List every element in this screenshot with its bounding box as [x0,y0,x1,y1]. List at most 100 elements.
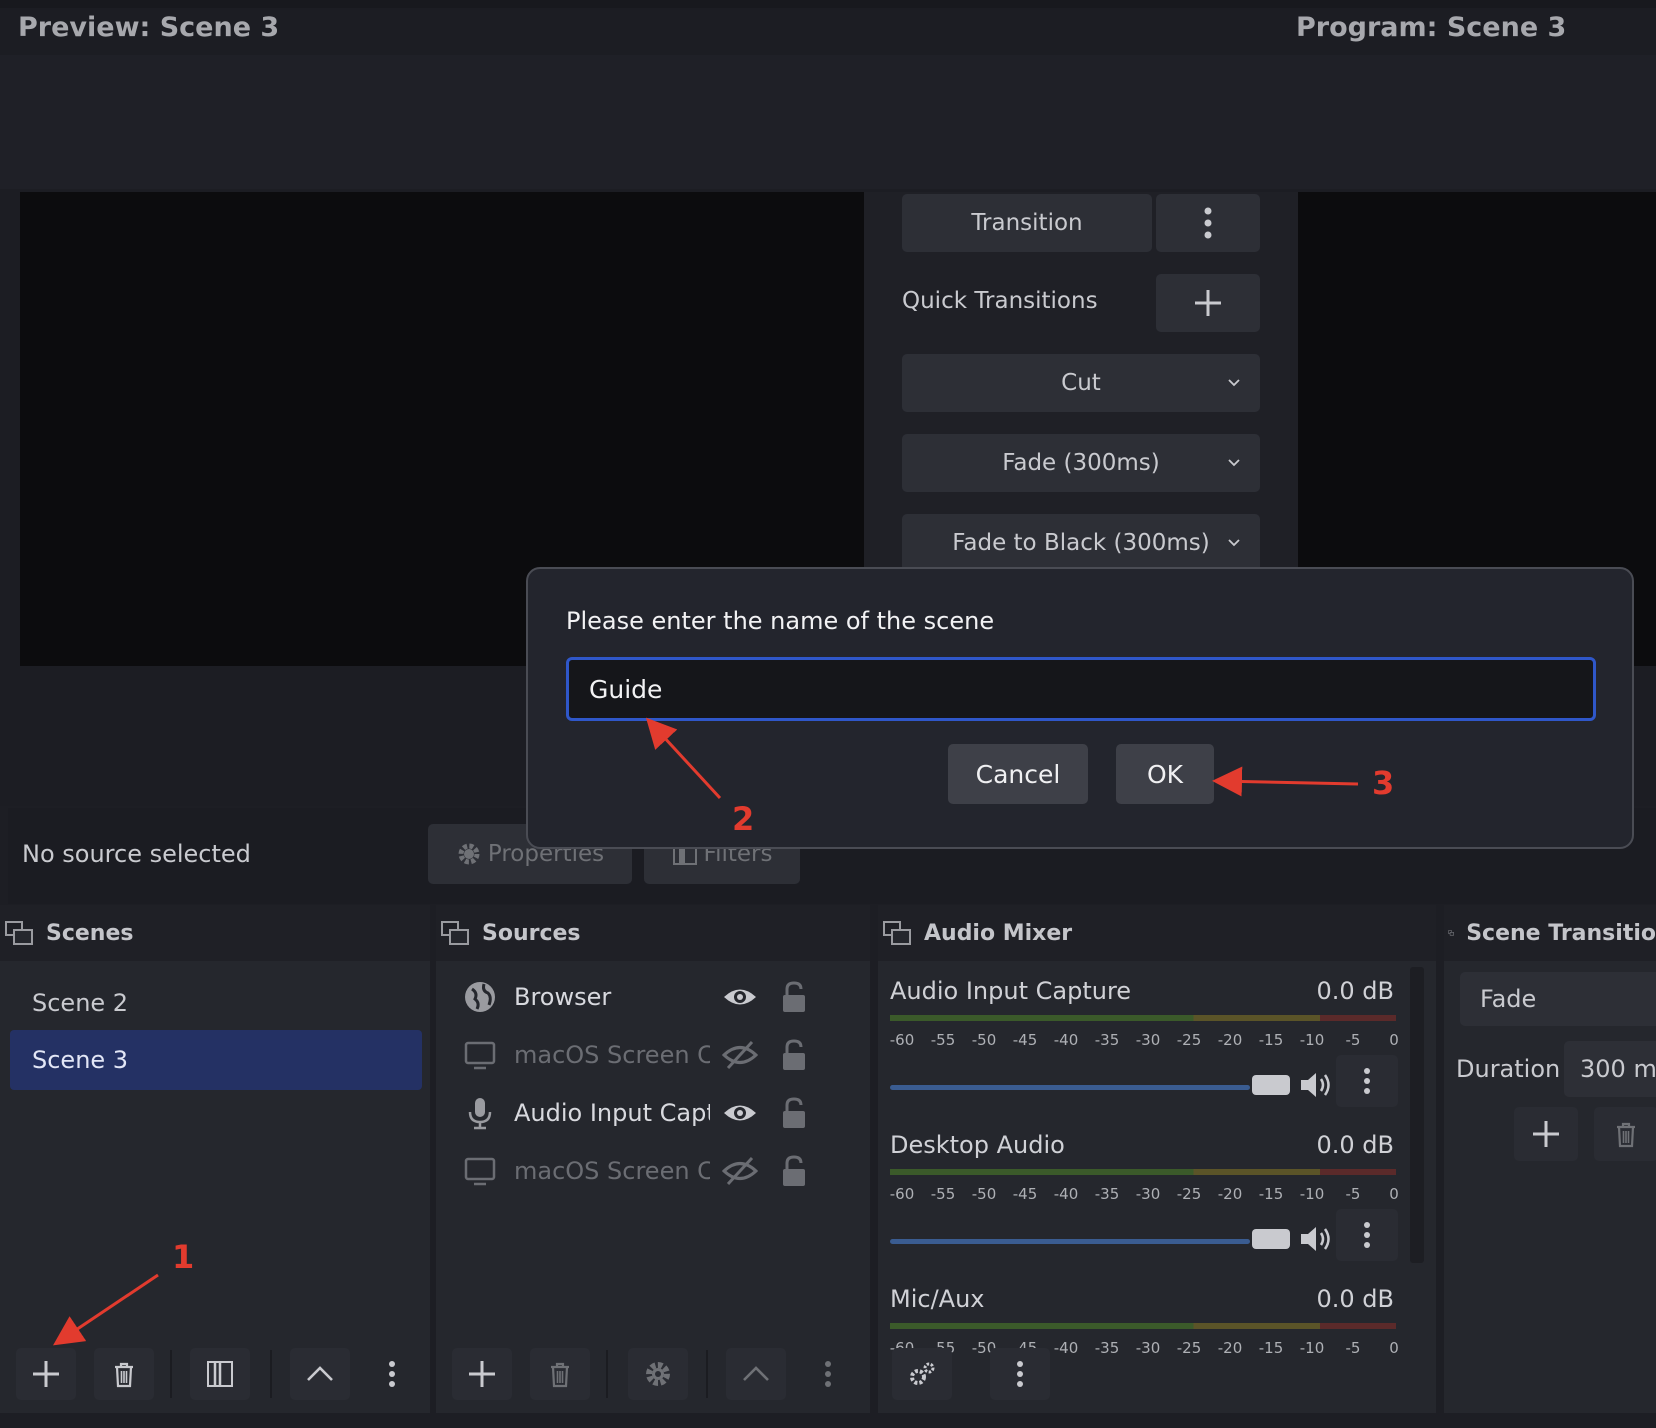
monitor-icon [464,1157,496,1186]
source-label: Audio Input Captu [514,1099,710,1127]
scene-transitions-dock-header: Scene Transitio [1444,905,1656,961]
scene-item-selected[interactable]: Scene 3 [10,1030,422,1090]
scale-tick: -15 [1258,1339,1284,1357]
quick-transition-label: Fade to Black (300ms) [952,530,1210,556]
duration-spinbox[interactable]: 300 ms [1564,1041,1656,1097]
move-scene-up-button[interactable] [290,1348,350,1400]
volume-slider-handle[interactable] [1252,1075,1290,1095]
eye-hidden-icon[interactable] [722,1156,758,1186]
source-row[interactable]: Audio Input Captu [436,1085,856,1141]
scale-tick: -10 [1299,1185,1325,1203]
speaker-icon[interactable] [1298,1223,1334,1255]
dialog-prompt: Please enter the name of the scene [566,607,995,635]
duration-value: 300 ms [1580,1055,1656,1083]
add-scene-button[interactable] [16,1348,76,1400]
gear-icon [646,1362,670,1386]
remove-scene-button[interactable] [94,1348,154,1400]
ok-button[interactable]: OK [1116,744,1214,804]
gears-icon [910,1362,935,1385]
source-row[interactable]: macOS Screen Ca [436,1027,856,1083]
eye-hidden-icon[interactable] [722,1040,758,1070]
add-source-button[interactable] [452,1348,512,1400]
lock-icon[interactable] [780,1154,808,1188]
volume-meter [890,1323,1396,1329]
scale-tick: -35 [1094,1185,1120,1203]
chevron-up-icon [307,1366,333,1381]
top-edge [0,0,1656,8]
advanced-audio-button[interactable] [892,1348,952,1400]
add-quick-transition-button[interactable] [1156,274,1260,332]
source-label: Browser [514,983,612,1011]
mixer-scrollbar[interactable] [1410,967,1424,1263]
sources-dock-title: Sources [482,920,581,946]
move-source-up-button[interactable] [726,1348,786,1400]
scale-tick: -25 [1176,1031,1202,1049]
scale-tick: -5 [1345,1339,1361,1357]
sources-dock-header: Sources [436,905,870,961]
toolbar-separator [606,1350,608,1398]
dock-icon [1448,930,1454,936]
toolbar-separator [170,1350,172,1398]
scale-tick: -30 [1135,1185,1161,1203]
volume-slider[interactable] [890,1239,1250,1244]
lock-icon[interactable] [780,980,808,1014]
remove-transition-button[interactable] [1594,1107,1656,1161]
dock-icon [883,921,911,945]
monitor-icon [464,1041,496,1070]
scale-tick: -45 [1012,1185,1038,1203]
lock-icon[interactable] [780,1096,808,1130]
transition-menu-button[interactable] [1156,194,1260,252]
scene-item[interactable]: Scene 2 [10,973,422,1033]
volume-slider[interactable] [890,1085,1250,1090]
scale-tick: -50 [971,1185,997,1203]
mixer-menu-button[interactable] [990,1348,1050,1400]
channel-name: Audio Input Capture [890,977,1132,1005]
remove-source-button[interactable] [530,1348,590,1400]
quick-transition-cut[interactable]: Cut [902,354,1260,412]
scene-name-input[interactable] [566,657,1596,721]
source-properties-button[interactable] [628,1348,688,1400]
source-row[interactable]: macOS Screen Ca [436,1143,856,1199]
add-transition-button[interactable] [1514,1107,1578,1161]
scale-tick: -10 [1299,1339,1325,1357]
sources-menu-button[interactable] [806,1348,850,1400]
add-scene-dialog: Please enter the name of the scene Cance… [526,567,1634,849]
scenes-menu-button[interactable] [370,1348,414,1400]
channel-name: Mic/Aux [890,1285,985,1313]
meter-scale: -60-55-50-45-40-35-30-25-20-15-10-50 [890,1181,1400,1207]
volume-slider-handle[interactable] [1252,1229,1290,1249]
eye-icon[interactable] [722,982,758,1012]
quick-transition-fade-to-black[interactable]: Fade to Black (300ms) [902,514,1260,572]
volume-meter [890,1169,1396,1175]
toolbar-separator [706,1350,708,1398]
vertical-dots-icon [1204,207,1212,239]
source-label: macOS Screen Ca [514,1041,710,1069]
cancel-button[interactable]: Cancel [948,744,1088,804]
plus-icon [1533,1121,1559,1147]
toolbar-separator [270,1350,272,1398]
annotation-step-3: 3 [1372,764,1395,802]
scale-tick: -60 [889,1185,915,1203]
scenes-dock-title: Scenes [46,920,134,946]
chevron-down-icon [1228,379,1240,387]
globe-icon [465,982,495,1012]
annotation-step-2: 2 [732,800,755,838]
scale-tick: -40 [1053,1185,1079,1203]
transition-button[interactable]: Transition [902,194,1152,252]
transition-select[interactable]: Fade [1460,972,1656,1026]
scene-transitions-dock: Scene Transitio Fade Duration 300 ms [1444,905,1656,1413]
scale-tick: -5 [1345,1031,1361,1049]
quick-transition-fade[interactable]: Fade (300ms) [902,434,1260,492]
scale-tick: -60 [889,1031,915,1049]
lock-icon[interactable] [780,1038,808,1072]
scene-filters-button[interactable] [190,1348,250,1400]
vertical-dots-icon [1364,1068,1370,1094]
channel-menu-button[interactable] [1336,1209,1398,1261]
quick-transitions-label: Quick Transitions [902,288,1098,314]
quick-transition-label: Fade (300ms) [1002,450,1160,476]
channel-db: 0.0 dB [1316,1131,1395,1159]
eye-icon[interactable] [722,1098,758,1128]
channel-menu-button[interactable] [1336,1055,1398,1107]
source-row[interactable]: Browser [436,969,856,1025]
speaker-icon[interactable] [1298,1069,1334,1101]
